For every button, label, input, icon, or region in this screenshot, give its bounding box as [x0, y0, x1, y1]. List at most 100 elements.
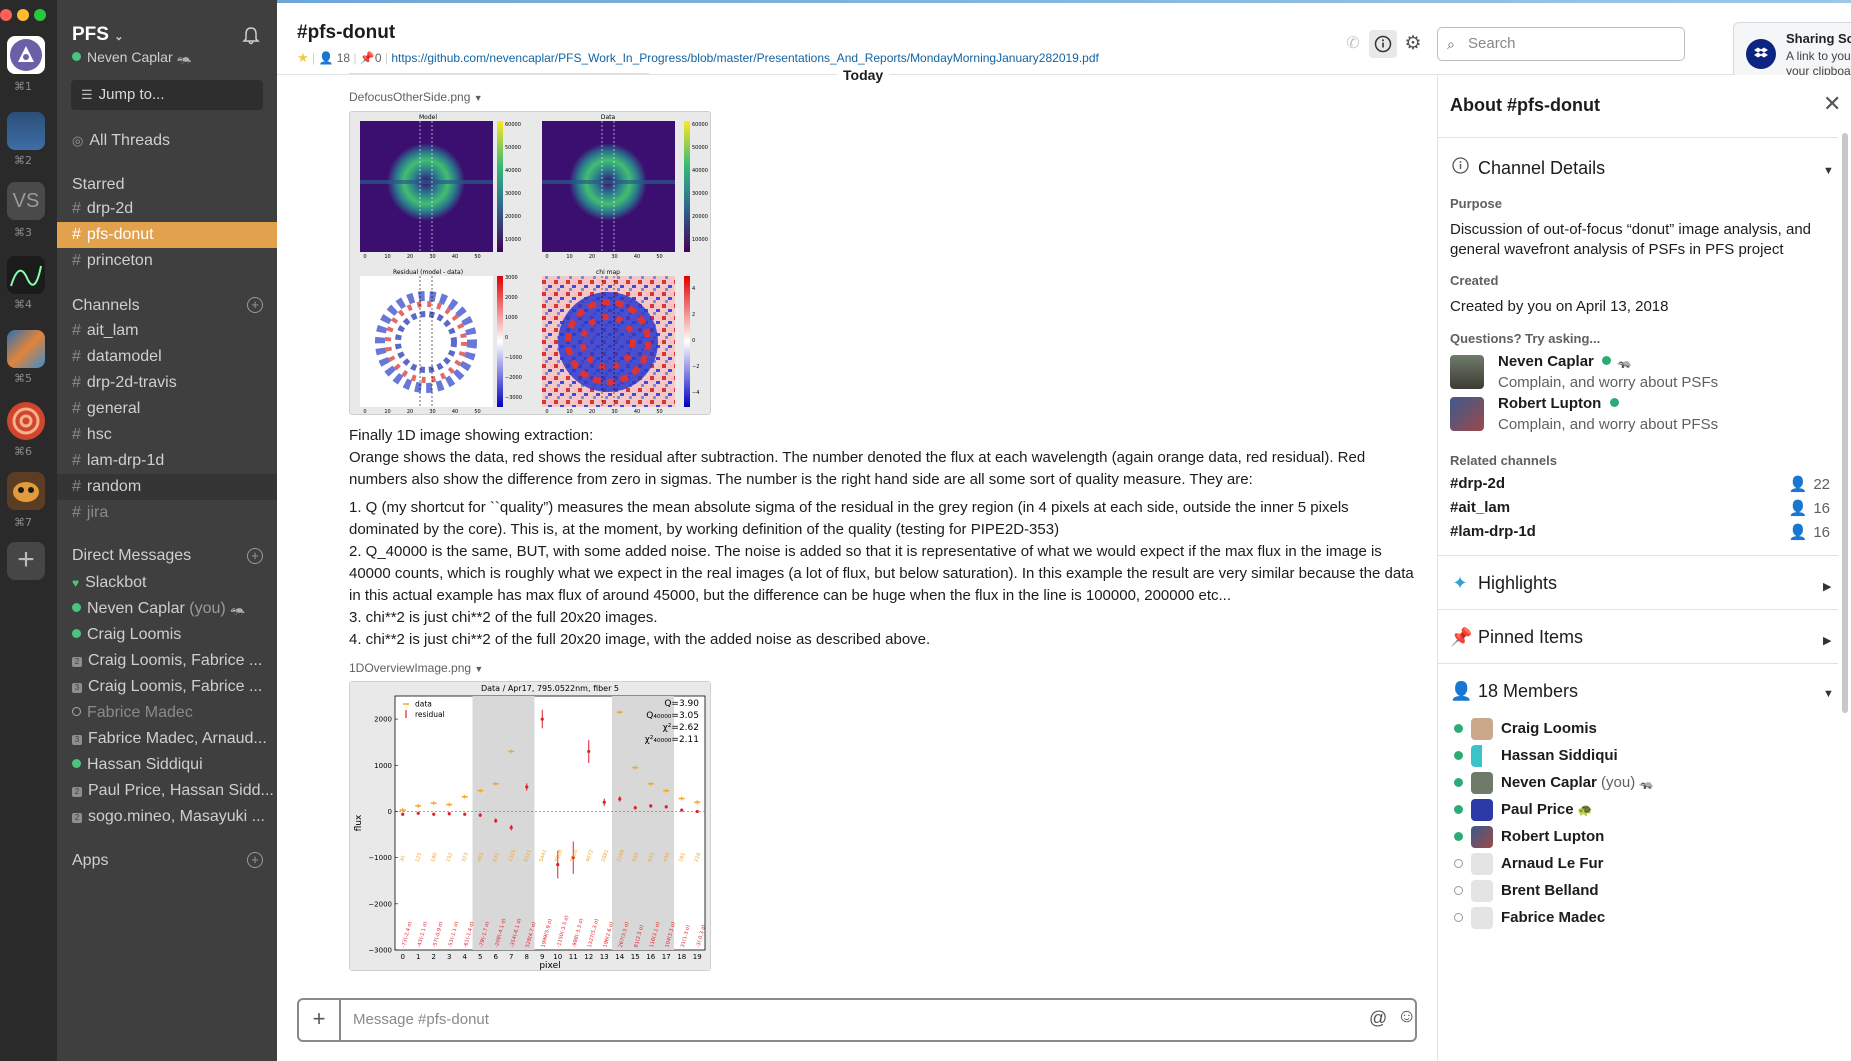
add-dm-icon[interactable]: + [247, 548, 263, 564]
related-channel[interactable]: #lam-drp-1d 👤 16 [1450, 523, 1830, 541]
channels-heading[interactable]: Channels [72, 297, 140, 315]
gear-icon[interactable]: ⚙ [1399, 30, 1427, 58]
member-item[interactable]: Fabrice Madec [1450, 906, 1605, 932]
file-name[interactable]: DefocusOtherSide.png ▼ [349, 90, 483, 104]
message-input[interactable]: Message #pfs-donut [353, 1011, 489, 1028]
workspace-4[interactable] [7, 256, 45, 294]
team-menu[interactable]: PFS ⌄ [72, 24, 123, 46]
star-icon[interactable]: ★ [297, 50, 309, 65]
workspace-2[interactable] [7, 112, 45, 150]
add-workspace-button[interactable]: + [7, 542, 45, 580]
channel-info-icon[interactable] [1369, 30, 1397, 58]
message-composer[interactable]: + Message #pfs-donut @ ☺ [297, 998, 1417, 1042]
dm-item[interactable]: 3 Craig Loomis, Fabrice ... [57, 674, 277, 700]
residual-point [633, 806, 637, 810]
dm-label: Hassan Siddiqui [87, 756, 203, 773]
chart-title: Data / Apr17, 795.0522nm, fiber 5 [481, 684, 619, 693]
attach-button[interactable]: + [299, 1000, 341, 1040]
pinned-items-toggle[interactable]: 📌 Pinned Items [1450, 627, 1583, 648]
colorbar-label: 50000 [505, 145, 521, 151]
you-suffix: (you) [1601, 774, 1636, 791]
workspace-vs[interactable]: VS [7, 182, 45, 220]
sidebar-item-lam-drp-1d[interactable]: # lam-drp-1d [57, 448, 277, 474]
caret-right-icon[interactable]: ▶ [1823, 580, 1831, 593]
dm-item[interactable]: ♥ Slackbot [57, 570, 277, 596]
member-item[interactable]: Craig Loomis [1450, 717, 1597, 743]
caret-down-icon[interactable]: ▼ [1823, 165, 1834, 177]
all-threads-item[interactable]: ◎ All Threads [57, 128, 277, 154]
file-name[interactable]: 1DOverviewImage.png ▼ [349, 661, 483, 675]
member-item[interactable]: Arnaud Le Fur [1450, 852, 1604, 878]
search-input[interactable]: ⌕ Search [1437, 27, 1685, 61]
caret-right-icon[interactable]: ▶ [1823, 634, 1831, 647]
close-icon[interactable]: ✕ [1823, 91, 1841, 117]
dm-item[interactable]: Fabrice Madec [57, 700, 277, 726]
workspace-5[interactable] [7, 330, 45, 368]
topic-link[interactable]: https://github.com/nevencaplar/PFS_Work_… [391, 51, 1099, 65]
sidebar-item-ait-lam[interactable]: # ait_lam [57, 318, 277, 344]
highlights-toggle[interactable]: ✦ Highlights [1450, 573, 1557, 594]
sidebar-item-random[interactable]: # random [57, 474, 277, 500]
pin-count[interactable]: 0 [375, 51, 382, 65]
channel-label: jira [86, 504, 109, 521]
sidebar-item-pfs-donut[interactable]: # pfs-donut [57, 222, 277, 248]
mention-icon[interactable]: @ [1369, 1008, 1387, 1029]
person-item[interactable]: Neven Caplar 🦡 Complain, and worry about… [1450, 353, 1830, 397]
dm-item[interactable]: Neven Caplar (you) 🦡 [57, 596, 277, 622]
emoji-icon[interactable]: ☺ [1397, 1006, 1416, 1028]
dm-item[interactable]: Hassan Siddiqui [57, 752, 277, 778]
starred-heading[interactable]: Starred [72, 176, 124, 194]
related-channel[interactable]: #drp-2d 👤 22 [1450, 475, 1830, 493]
sidebar-item-princeton[interactable]: # princeton [57, 248, 277, 274]
close-window-button[interactable] [0, 9, 12, 21]
sidebar-item-hsc[interactable]: # hsc [57, 422, 277, 448]
member-item[interactable]: Brent Belland [1450, 879, 1599, 905]
direct-messages-heading[interactable]: Direct Messages [72, 547, 191, 565]
member-item[interactable]: Neven Caplar (you) 🦡 [1450, 771, 1654, 797]
person-item[interactable]: Robert Lupton Complain, and worry about … [1450, 395, 1830, 439]
dm-label: Craig Loomis [87, 626, 182, 643]
members-toggle[interactable]: 👤 18 Members [1450, 681, 1578, 702]
workspace-6[interactable] [7, 402, 45, 440]
current-user[interactable]: Neven Caplar 🦡 [72, 49, 191, 65]
add-app-icon[interactable]: + [247, 852, 263, 868]
member-count[interactable]: 18 [337, 51, 350, 65]
jump-to-button[interactable]: ☰ Jump to... [71, 80, 263, 110]
dm-item[interactable]: 2 Craig Loomis, Fabrice ... [57, 648, 277, 674]
dm-item[interactable]: 2 Paul Price, Hassan Sidd... [57, 778, 277, 804]
workspace-7[interactable] [7, 472, 45, 510]
member-item[interactable]: Hassan Siddiqui [1450, 744, 1618, 770]
image-attachment[interactable]: Data / Apr17, 795.0522nm, fiber 5 2000 100… [349, 681, 711, 971]
colorbar-label: −2000 [505, 375, 522, 381]
residual-point [587, 749, 591, 754]
sidebar-item-drp-2d-travis[interactable]: # drp-2d-travis [57, 370, 277, 396]
colorbar-label: −3000 [505, 395, 522, 401]
pin-icon[interactable]: 📌 [360, 51, 375, 65]
call-icon[interactable]: ✆ [1339, 30, 1367, 58]
related-count: 16 [1813, 500, 1830, 517]
members-icon[interactable]: 👤 [318, 51, 333, 65]
dm-item[interactable]: 2 sogo.mineo, Masayuki ... [57, 804, 277, 830]
online-status-icon [72, 759, 81, 768]
caret-down-icon[interactable]: ▼ [1823, 688, 1834, 700]
dm-item[interactable]: 3 Fabrice Madec, Arnaud... [57, 726, 277, 752]
minimize-window-button[interactable] [17, 9, 29, 21]
sidebar-item-datamodel[interactable]: # datamodel [57, 344, 277, 370]
add-channel-icon[interactable]: + [247, 297, 263, 313]
channel-details-toggle[interactable]: Channel Details [1450, 157, 1605, 179]
sidebar-item-general[interactable]: # general [57, 396, 277, 422]
apps-heading[interactable]: Apps [72, 852, 108, 870]
workspace-pfs[interactable] [7, 36, 45, 74]
dm-item[interactable]: Craig Loomis [57, 622, 277, 648]
sidebar-item-drp-2d[interactable]: # drp-2d [57, 196, 277, 222]
image-attachment[interactable]: Model Data Residual (model - data) chi m… [349, 111, 711, 415]
related-channel[interactable]: #ait_lam 👤 16 [1450, 499, 1830, 517]
member-item[interactable]: Robert Lupton [1450, 825, 1604, 851]
colorbar-label: 10000 [692, 237, 708, 243]
channel-title[interactable]: #pfs-donut [297, 22, 395, 44]
zoom-window-button[interactable] [34, 9, 46, 21]
bell-icon[interactable] [241, 26, 261, 46]
sidebar-item-jira[interactable]: # jira [57, 500, 277, 526]
panel-scrollbar[interactable] [1842, 133, 1848, 713]
member-item[interactable]: Paul Price 🐢 [1450, 798, 1593, 824]
